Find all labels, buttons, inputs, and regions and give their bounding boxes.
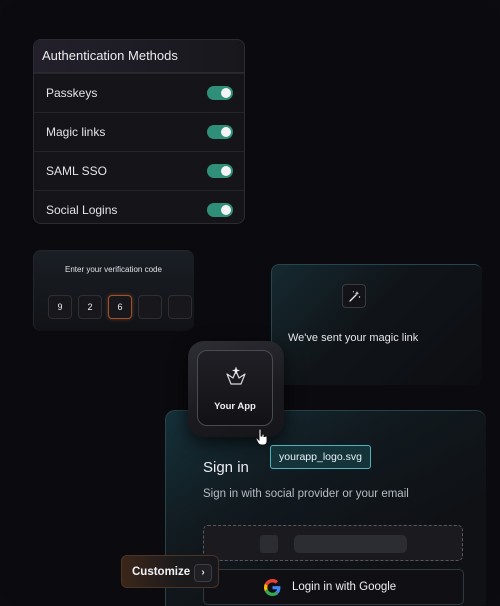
chevron-right-icon: › bbox=[194, 564, 212, 582]
magic-link-card: We've sent your magic link bbox=[271, 264, 482, 385]
auth-row-label: SAML SSO bbox=[46, 164, 107, 178]
app-name: Your App bbox=[214, 401, 256, 412]
code-digit-1[interactable]: 9 bbox=[48, 295, 72, 319]
google-login-button[interactable]: Login in with Google bbox=[203, 569, 464, 605]
auth-methods-title: Authentication Methods bbox=[34, 40, 244, 73]
file-name-badge: yourapp_logo.svg bbox=[270, 445, 371, 469]
code-digit-3[interactable]: 6 bbox=[108, 295, 132, 319]
auth-row-label: Magic links bbox=[46, 125, 106, 139]
sign-in-subtitle: Sign in with social provider or your ema… bbox=[203, 488, 409, 500]
social-logins-toggle[interactable] bbox=[207, 203, 233, 217]
saml-sso-toggle[interactable] bbox=[207, 164, 233, 178]
google-icon bbox=[264, 579, 281, 596]
auth-row-passkeys: Passkeys bbox=[34, 73, 244, 112]
placeholder-icon bbox=[260, 535, 278, 553]
auth-row-label: Social Logins bbox=[46, 203, 118, 217]
sign-in-title: Sign in bbox=[203, 459, 249, 476]
magic-wand-icon bbox=[342, 284, 366, 308]
verification-title: Enter your verification code bbox=[65, 265, 162, 274]
auth-row-magic-links: Magic links bbox=[34, 112, 244, 151]
magic-links-toggle[interactable] bbox=[207, 125, 233, 139]
customize-label: Customize bbox=[132, 565, 191, 578]
passkeys-toggle[interactable] bbox=[207, 86, 233, 100]
auth-row-label: Passkeys bbox=[46, 86, 98, 100]
google-login-label: Login in with Google bbox=[292, 581, 397, 593]
placeholder-text-bar bbox=[294, 535, 407, 553]
customize-button[interactable]: Customize › bbox=[121, 555, 219, 588]
code-digit-4[interactable] bbox=[138, 295, 162, 319]
code-digit-5[interactable] bbox=[168, 295, 192, 319]
canvas: Authentication Methods Passkeys Magic li… bbox=[0, 0, 500, 606]
app-logo-inner: Your App bbox=[197, 350, 273, 426]
code-digit-2[interactable]: 2 bbox=[78, 295, 102, 319]
app-logo-tile[interactable]: Your App bbox=[188, 341, 284, 437]
social-provider-placeholder[interactable] bbox=[203, 525, 463, 561]
magic-link-message: We've sent your magic link bbox=[288, 332, 419, 344]
auth-row-saml-sso: SAML SSO bbox=[34, 151, 244, 190]
crown-sparkle-icon bbox=[226, 366, 246, 385]
hand-cursor-icon bbox=[255, 428, 268, 446]
verification-card: Enter your verification code 9 2 6 bbox=[33, 250, 194, 331]
auth-row-social-logins: Social Logins bbox=[34, 190, 244, 229]
authentication-methods-card: Authentication Methods Passkeys Magic li… bbox=[33, 39, 245, 224]
